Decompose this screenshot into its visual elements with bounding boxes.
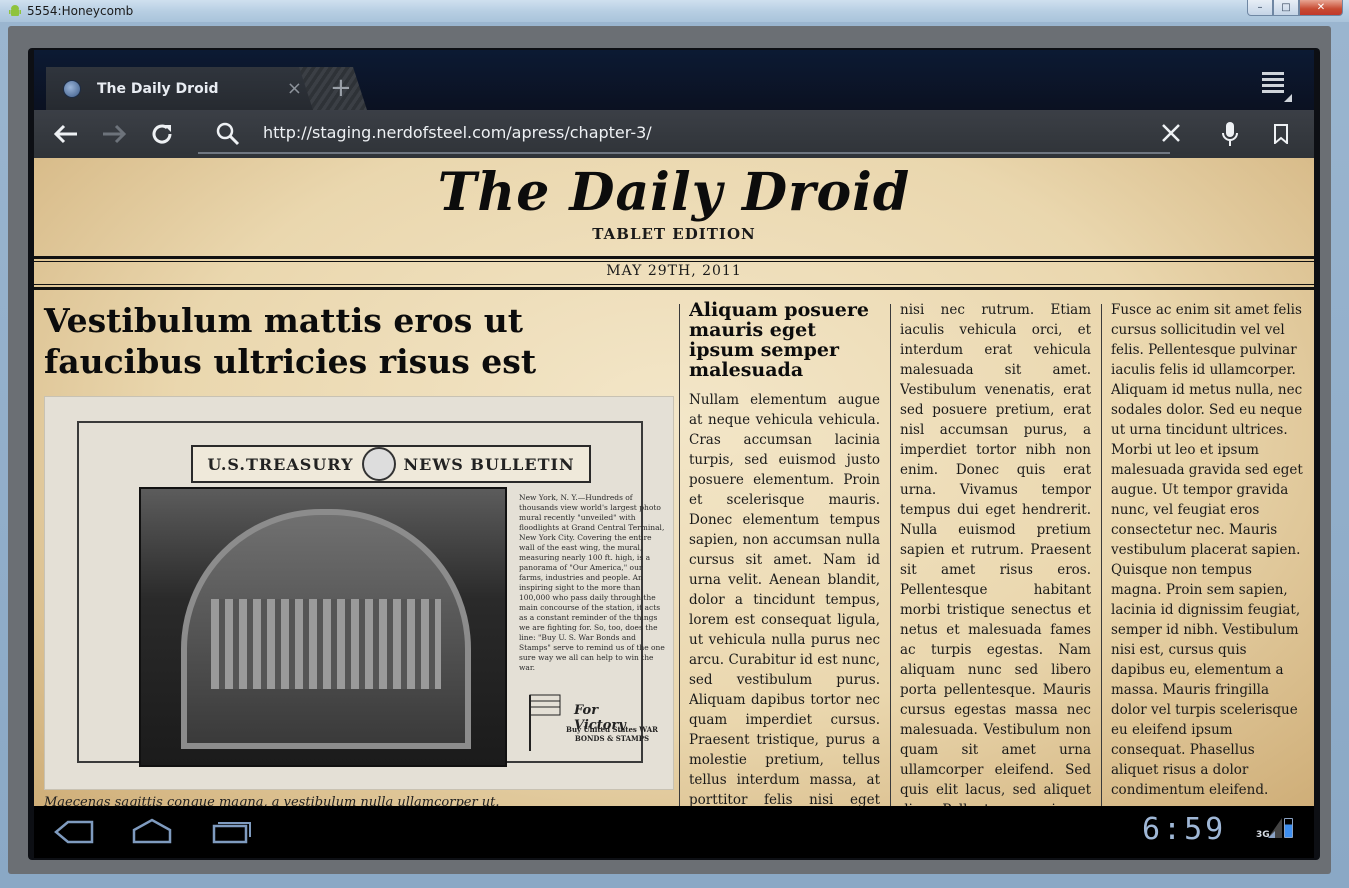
clear-icon[interactable] xyxy=(1160,122,1182,144)
mural-panel xyxy=(211,599,441,689)
tab-daily-droid[interactable]: The Daily Droid × xyxy=(46,67,338,110)
android-icon xyxy=(9,5,21,16)
poster-banner: U.S.TREASURY NEWS BULLETIN xyxy=(191,445,591,483)
menu-icon[interactable] xyxy=(1262,72,1294,102)
edition-label: TABLET EDITION xyxy=(592,225,756,243)
forward-button[interactable] xyxy=(98,118,130,150)
minimize-button[interactable]: – xyxy=(1247,0,1273,16)
column-rule-1 xyxy=(679,304,680,806)
window-title: 5554:Honeycomb xyxy=(27,4,134,18)
nav-recent-apps-icon[interactable] xyxy=(212,820,252,844)
maximize-button[interactable]: □ xyxy=(1273,0,1299,16)
column-rule-3 xyxy=(1101,304,1102,806)
lead-headline: Vestibulum mattis eros ut faucibus ultri… xyxy=(44,301,537,381)
system-bar: 6:59 3G xyxy=(34,806,1314,858)
column-3-text: Fusce ac enim sit amet felis cursus soll… xyxy=(1111,302,1303,798)
arrow-right-icon xyxy=(103,124,127,144)
article-column-1: Aliquam posuere mauris eget ipsum semper… xyxy=(689,300,880,806)
web-page: The Daily Droid TABLET EDITION MAY 29TH,… xyxy=(34,158,1314,806)
nav-back-icon[interactable] xyxy=(54,820,94,844)
close-button[interactable]: ✕ xyxy=(1299,0,1343,16)
date-rule-thin xyxy=(34,284,1314,285)
signal-icon xyxy=(1268,818,1282,838)
reload-button[interactable] xyxy=(146,118,178,150)
reload-icon xyxy=(152,124,172,144)
issue-date: MAY 29TH, 2011 xyxy=(606,263,742,279)
bookmark-icon[interactable] xyxy=(1274,124,1288,144)
column-rule-2 xyxy=(890,304,891,806)
date-rule-bottom xyxy=(34,287,1314,290)
back-button[interactable] xyxy=(50,118,82,150)
masthead-rule-top xyxy=(34,256,1314,259)
bulletin-text: New York, N. Y.—Hundreds of thousands vi… xyxy=(519,493,665,672)
url-text[interactable]: http://staging.nerdofsteel.com/apress/ch… xyxy=(263,123,652,142)
mural-photo xyxy=(139,487,507,767)
status-clock: 6:59 xyxy=(1142,812,1227,847)
browser-toolbar: http://staging.nerdofsteel.com/apress/ch… xyxy=(34,110,1314,158)
column-1-heading: Aliquam posuere mauris eget ipsum semper… xyxy=(689,300,869,381)
poster-frame: U.S.TREASURY NEWS BULLETIN New York, N. … xyxy=(77,421,665,767)
article-column-3: Fusce ac enim sit amet felis cursus soll… xyxy=(1111,300,1303,800)
treasury-seal-icon xyxy=(361,447,396,481)
search-icon xyxy=(216,122,240,146)
masthead: The Daily Droid TABLET EDITION xyxy=(34,158,1314,256)
article-photo: U.S.TREASURY NEWS BULLETIN New York, N. … xyxy=(44,396,674,790)
window-titlebar: 5554:Honeycomb – □ ✕ xyxy=(0,0,1349,22)
newspaper-title: The Daily Droid xyxy=(437,162,911,223)
battery-icon xyxy=(1284,818,1293,838)
article-column-2: nisi nec rutrum. Etiam iaculis vehicula … xyxy=(900,300,1091,806)
arrow-left-icon xyxy=(53,124,77,144)
column-2-text: nisi nec rutrum. Etiam iaculis vehicula … xyxy=(900,302,1091,806)
nav-home-icon[interactable] xyxy=(132,818,172,844)
microphone-icon[interactable] xyxy=(1222,122,1238,146)
banner-left-text: U.S.TREASURY xyxy=(207,454,354,474)
globe-icon xyxy=(63,79,81,98)
banner-right-text: NEWS BULLETIN xyxy=(403,454,575,474)
window-controls: – □ ✕ xyxy=(1247,0,1343,16)
url-bar[interactable]: http://staging.nerdofsteel.com/apress/ch… xyxy=(198,114,1180,154)
tab-close-icon[interactable]: × xyxy=(287,78,302,99)
victory-subtext: Buy United States WAR BONDS & STAMPS xyxy=(566,725,658,743)
plus-icon[interactable]: + xyxy=(330,73,352,103)
tab-title: The Daily Droid xyxy=(97,80,219,97)
photo-caption: Maecenas sagittis congue magna, a vestib… xyxy=(44,795,500,806)
masthead-rule-thin xyxy=(34,261,1314,262)
column-1-text: Nullam elementum augue at neque vehicula… xyxy=(689,392,880,806)
